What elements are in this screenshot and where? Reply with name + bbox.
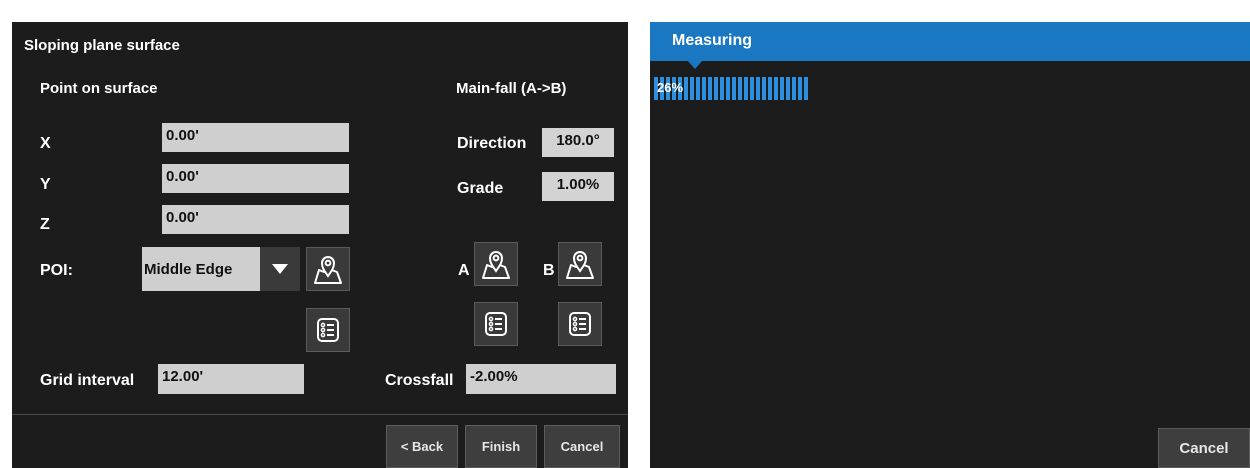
list-icon: [483, 311, 509, 337]
footer-separator: [12, 414, 628, 415]
direction-value[interactable]: 180.0°: [542, 128, 614, 157]
map-pin-icon: [564, 248, 596, 280]
y-label: Y: [40, 176, 51, 193]
progress-bar: 26%: [654, 77, 1250, 100]
poi-dropdown-value: Middle Edge: [142, 247, 260, 291]
poi-list-button[interactable]: [306, 308, 350, 352]
progress-percent: 26%: [657, 80, 684, 95]
z-label: Z: [40, 216, 50, 233]
grid-interval-label: Grid interval: [40, 372, 135, 389]
map-pin-icon: [312, 253, 344, 285]
z-field[interactable]: 0.00': [162, 205, 349, 234]
poi-map-pin-button[interactable]: [306, 247, 350, 291]
cancel-button[interactable]: Cancel: [544, 425, 620, 468]
poi-label: POI:: [40, 262, 73, 279]
measuring-cancel-button[interactable]: Cancel: [1158, 428, 1250, 468]
finish-button[interactable]: Finish: [465, 425, 537, 468]
sloping-plane-dialog: Sloping plane surface Point on surface M…: [12, 22, 628, 468]
back-button[interactable]: < Back: [386, 425, 458, 468]
header-pointer: [688, 61, 702, 69]
point-a-label: A: [458, 262, 470, 279]
y-field[interactable]: 0.00': [162, 164, 349, 193]
point-on-surface-heading: Point on surface: [40, 80, 158, 97]
measuring-title: Measuring: [672, 32, 753, 49]
grid-interval-field[interactable]: 12.00': [158, 364, 304, 394]
chevron-down-icon: [260, 247, 300, 291]
point-a-list-button[interactable]: [474, 302, 518, 346]
point-b-list-button[interactable]: [558, 302, 602, 346]
measuring-dialog: Measuring 26% Cancel: [650, 22, 1250, 468]
crossfall-field[interactable]: -2.00%: [466, 364, 616, 394]
grade-label: Grade: [457, 180, 504, 197]
point-a-map-pin-button[interactable]: [474, 242, 518, 286]
point-b-label: B: [543, 262, 555, 279]
poi-dropdown[interactable]: Middle Edge: [142, 247, 300, 291]
main-fall-heading: Main-fall (A->B): [456, 80, 567, 97]
crossfall-label: Crossfall: [385, 372, 454, 389]
direction-label: Direction: [457, 135, 527, 152]
x-field[interactable]: 0.00': [162, 123, 349, 152]
map-pin-icon: [480, 248, 512, 280]
list-icon: [315, 317, 341, 343]
list-icon: [567, 311, 593, 337]
dialog-title: Sloping plane surface: [24, 37, 180, 54]
point-b-map-pin-button[interactable]: [558, 242, 602, 286]
x-label: X: [40, 135, 51, 152]
grade-value[interactable]: 1.00%: [542, 172, 614, 201]
